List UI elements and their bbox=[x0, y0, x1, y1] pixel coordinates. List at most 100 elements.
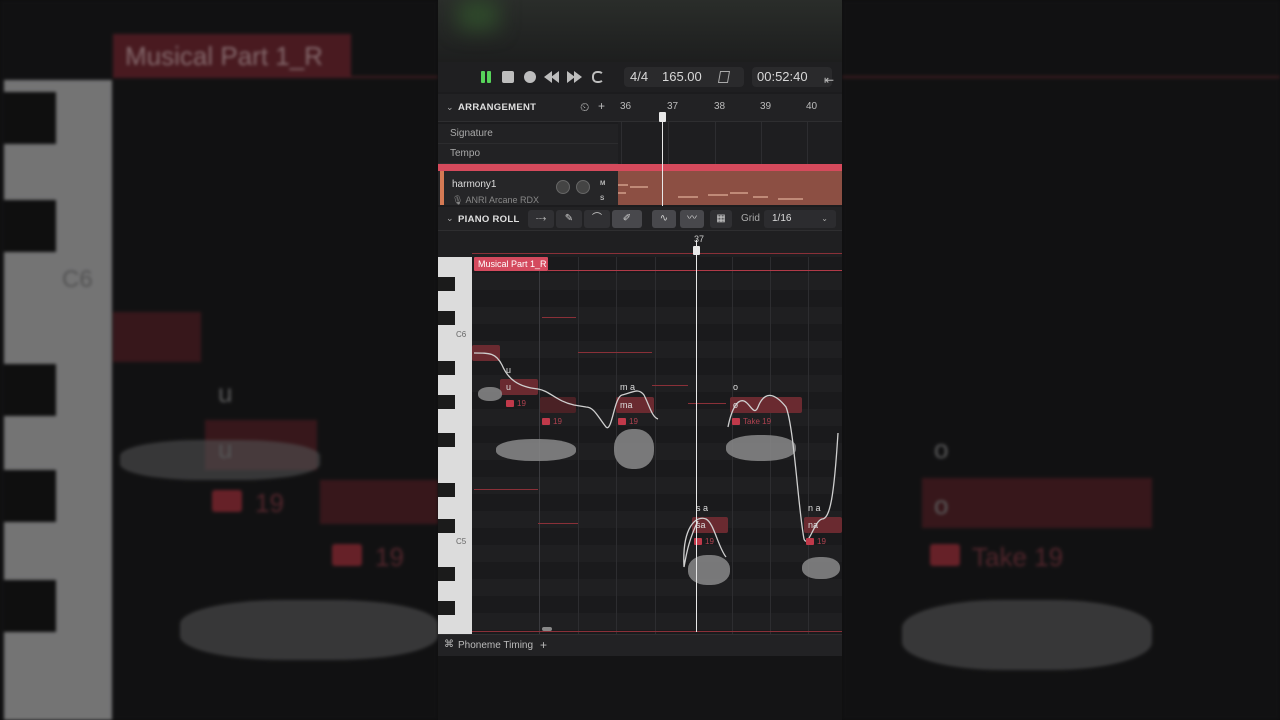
take-badge[interactable]: 19 bbox=[542, 417, 562, 426]
background-take: 19 bbox=[255, 488, 284, 518]
grid-value: 1/16 bbox=[772, 213, 792, 224]
mute-button[interactable]: M bbox=[600, 180, 605, 187]
playhead-handle[interactable] bbox=[693, 246, 700, 255]
take-badge[interactable]: Take 19 bbox=[732, 417, 771, 426]
track-color-bar bbox=[440, 171, 444, 205]
black-key[interactable] bbox=[438, 433, 455, 447]
background-note bbox=[922, 478, 1152, 528]
background-line bbox=[842, 76, 1280, 78]
take-number: Take 19 bbox=[743, 417, 772, 426]
calendar-view-icon[interactable]: ▦ bbox=[710, 210, 732, 228]
phoneme-label: s a bbox=[696, 503, 709, 513]
grid-select[interactable]: 1/16 ⌄ bbox=[764, 210, 836, 228]
take-badge[interactable]: 19 bbox=[806, 537, 826, 546]
background-lyric: u bbox=[218, 378, 233, 408]
time-display[interactable]: 00:52:40 ⇤ bbox=[752, 67, 834, 90]
black-key[interactable] bbox=[438, 601, 455, 615]
background-black-key bbox=[4, 580, 56, 632]
fast-forward-button[interactable] bbox=[566, 69, 582, 85]
pause-icon-right bbox=[487, 71, 491, 83]
note-lyric[interactable]: sa bbox=[696, 520, 706, 530]
pitch-draw-tool-icon[interactable]: ✐ bbox=[612, 210, 642, 228]
transport-bar: 4/4 165.00 00:52:40 ⇤ bbox=[438, 62, 842, 92]
background-take-icon bbox=[930, 544, 960, 566]
pan-knob[interactable] bbox=[576, 180, 590, 194]
black-key[interactable] bbox=[438, 519, 455, 533]
black-key[interactable] bbox=[438, 395, 455, 409]
metronome-icon[interactable] bbox=[717, 71, 731, 83]
rewind-button[interactable] bbox=[544, 69, 560, 85]
track-part-strip[interactable] bbox=[438, 164, 842, 171]
add-panel-button[interactable]: + bbox=[540, 638, 547, 652]
track-voice: 🎙 ANRI Arcane RDX bbox=[452, 195, 539, 206]
clip-notes-preview bbox=[618, 184, 803, 200]
curve-tool-icon[interactable]: ⌒ bbox=[584, 210, 610, 228]
background-black-key bbox=[4, 470, 56, 522]
add-track-icon[interactable]: + bbox=[598, 99, 605, 113]
playback-position: 00:52:40 bbox=[757, 69, 808, 84]
volume-knob[interactable] bbox=[556, 180, 570, 194]
pen-tool-icon[interactable]: ✎ bbox=[556, 210, 582, 228]
stop-button[interactable] bbox=[500, 69, 516, 85]
black-key[interactable] bbox=[438, 277, 455, 291]
piano-roll-ruler[interactable]: 37 bbox=[438, 231, 842, 257]
clapper-icon bbox=[806, 538, 814, 545]
phoneme-label: u bbox=[506, 365, 512, 375]
marker-jump-icon[interactable]: ⇤ bbox=[824, 70, 834, 90]
note-lyric[interactable]: na bbox=[808, 520, 818, 530]
take-number: 19 bbox=[517, 399, 526, 408]
collapse-chevron-icon[interactable]: ⌄ bbox=[446, 102, 454, 113]
record-button[interactable] bbox=[522, 69, 538, 85]
ruler-bar: 37 bbox=[667, 101, 679, 112]
pause-button[interactable] bbox=[478, 69, 494, 85]
grid-line bbox=[807, 122, 808, 164]
grid-line bbox=[621, 122, 622, 164]
collapse-chevron-icon[interactable]: ⌄ bbox=[446, 213, 454, 224]
arrangement-grid[interactable] bbox=[618, 122, 842, 164]
phoneme-label: m a bbox=[620, 382, 636, 392]
note-lyric[interactable]: u bbox=[506, 382, 511, 392]
piano-roll-body[interactable]: u u 19 19 m a ma 19 o o Take 19 s a sa 1… bbox=[438, 257, 842, 634]
clapper-icon bbox=[732, 418, 740, 425]
select-tool-icon[interactable]: ⤏ bbox=[528, 210, 554, 228]
phoneme-label: n a bbox=[808, 503, 821, 513]
tempo-row[interactable]: Tempo bbox=[438, 144, 618, 164]
part-range-line bbox=[548, 270, 842, 271]
arrangement-playhead bbox=[662, 120, 663, 206]
solo-button[interactable]: S bbox=[600, 195, 604, 202]
take-badge[interactable]: 19 bbox=[618, 417, 638, 426]
signature-row[interactable]: Signature bbox=[438, 124, 618, 144]
microphone-icon: 🎙 bbox=[452, 195, 464, 205]
piano-roll-title: PIANO ROLL bbox=[458, 214, 520, 225]
top-glow bbox=[458, 0, 498, 30]
black-key[interactable] bbox=[438, 483, 455, 497]
piano-keyboard[interactable]: C6 C5 bbox=[438, 257, 472, 634]
ruler-line bbox=[472, 253, 842, 254]
waveform-view-icon[interactable]: 〰 bbox=[680, 210, 704, 228]
track-harmony1[interactable]: harmony1 🎙 ANRI Arcane RDX M S bbox=[438, 171, 842, 205]
black-key[interactable] bbox=[438, 361, 455, 375]
loop-button[interactable] bbox=[590, 69, 606, 85]
pitch-curve-view-icon[interactable]: ∿ bbox=[652, 210, 676, 228]
take-badge[interactable]: 19 bbox=[506, 399, 526, 408]
clapper-icon bbox=[542, 418, 550, 425]
phoneme-timing-tab[interactable]: Phoneme Timing bbox=[458, 640, 533, 651]
note-lyric[interactable]: o bbox=[733, 400, 738, 410]
arrangement-header: ⌄ ARRANGEMENT ⏲ + 36 37 38 39 40 bbox=[438, 94, 842, 122]
metronome-toggle-icon[interactable]: ⏲ bbox=[580, 100, 589, 115]
note-lyric[interactable]: ma bbox=[620, 400, 633, 410]
black-key[interactable] bbox=[438, 311, 455, 325]
rewind-icon bbox=[551, 71, 559, 83]
arrangement-title: ARRANGEMENT bbox=[458, 102, 537, 113]
stop-icon bbox=[502, 71, 514, 83]
background-black-key bbox=[4, 92, 56, 144]
take-number: 19 bbox=[553, 417, 562, 426]
tempo-display[interactable]: 4/4 165.00 bbox=[624, 67, 744, 87]
track-clip[interactable] bbox=[618, 171, 842, 205]
grid-line bbox=[668, 122, 669, 164]
take-number: 19 bbox=[705, 537, 714, 546]
background-lyric: o bbox=[934, 434, 949, 464]
black-key[interactable] bbox=[438, 567, 455, 581]
top-bar-background bbox=[438, 0, 842, 62]
part-label[interactable]: Musical Part 1_R bbox=[474, 257, 548, 271]
